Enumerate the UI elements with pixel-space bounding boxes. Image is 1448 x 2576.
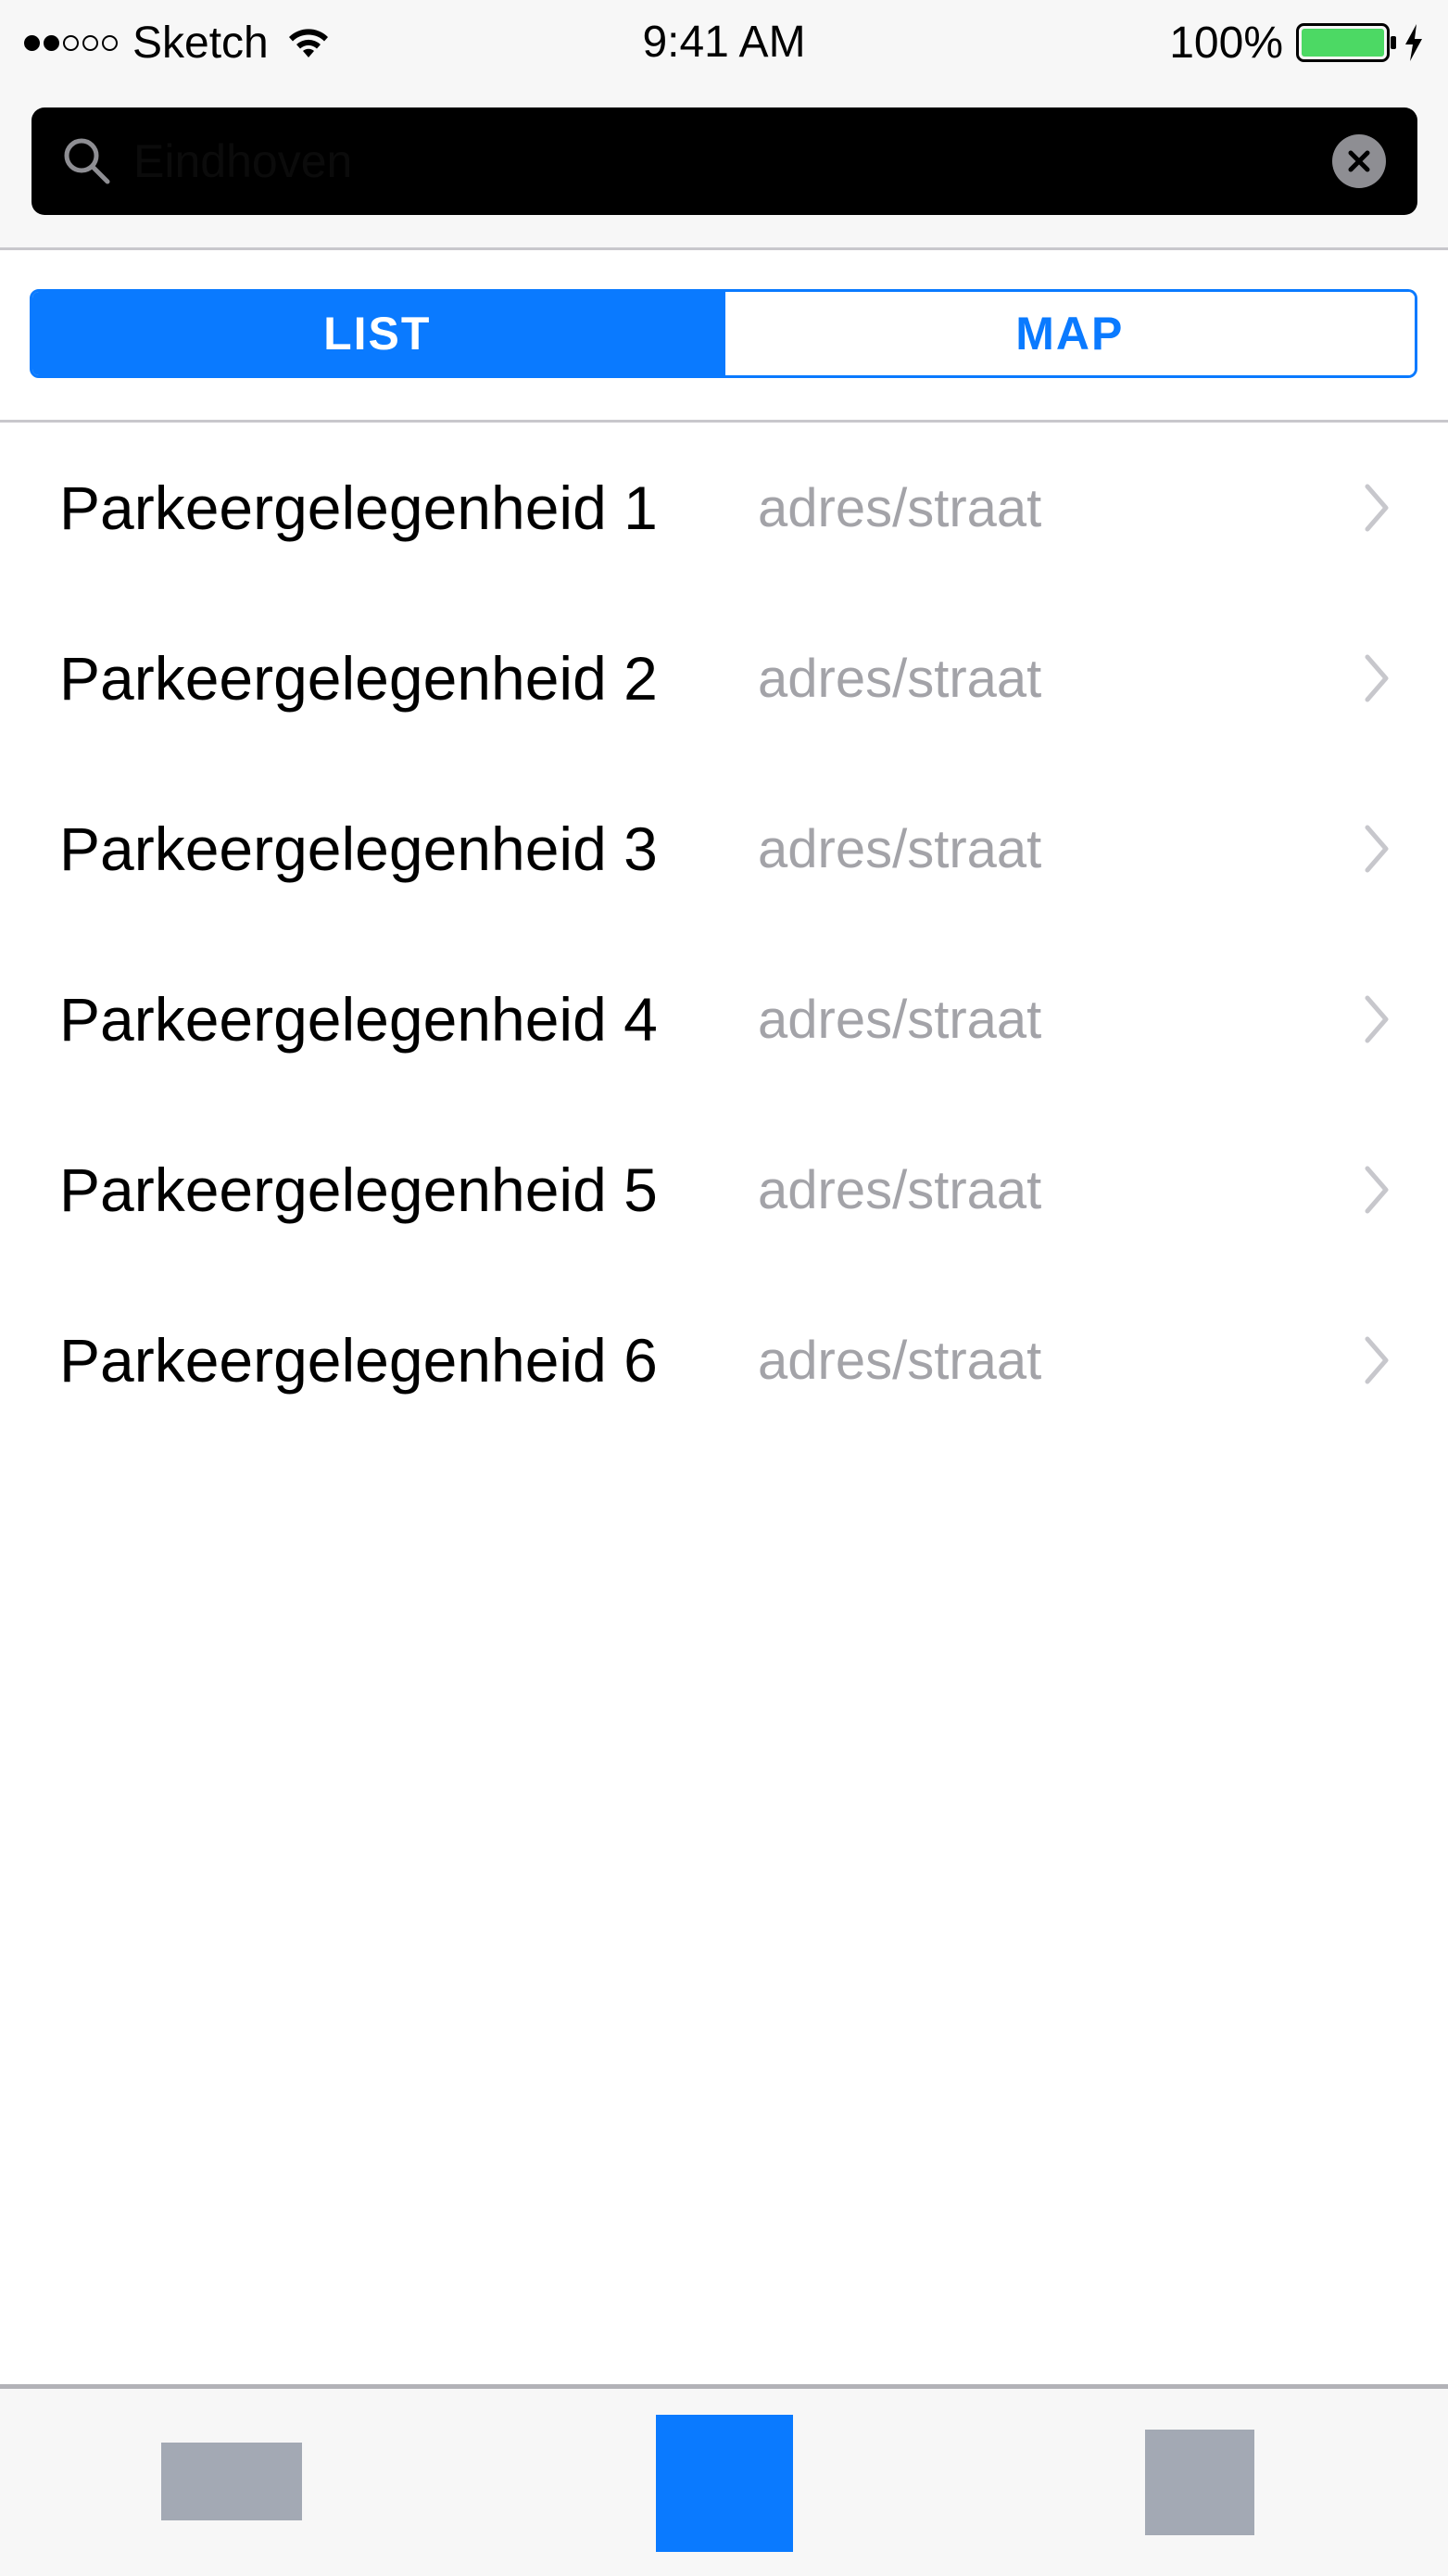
- tab-item-2-selected[interactable]: [656, 2415, 793, 2552]
- close-icon: [1348, 150, 1370, 172]
- search-area: [0, 89, 1448, 250]
- list-map-segmented-control: LIST MAP: [30, 289, 1417, 378]
- list-item-subtitle: adres/straat: [758, 1330, 1042, 1391]
- chevron-right-icon: [1365, 654, 1389, 702]
- list-item[interactable]: Parkeergelegenheid 1 adres/straat: [0, 423, 1448, 593]
- list-item-subtitle: adres/straat: [758, 989, 1042, 1050]
- list-item-subtitle: adres/straat: [758, 818, 1042, 879]
- search-bar[interactable]: [31, 107, 1417, 215]
- tab-bar: [0, 2384, 1448, 2576]
- list-item[interactable]: Parkeergelegenheid 2 adres/straat: [0, 593, 1448, 764]
- battery-icon: [1296, 23, 1396, 62]
- list-item-subtitle: adres/straat: [758, 477, 1042, 538]
- list-item-title: Parkeergelegenheid 5: [59, 1155, 658, 1224]
- chevron-right-icon: [1365, 484, 1389, 532]
- search-icon: [64, 138, 110, 184]
- list-item[interactable]: Parkeergelegenheid 4 adres/straat: [0, 934, 1448, 1105]
- segment-map[interactable]: MAP: [722, 292, 1415, 375]
- list-item[interactable]: Parkeergelegenheid 5 adres/straat: [0, 1105, 1448, 1275]
- list-item-subtitle: adres/straat: [758, 1159, 1042, 1220]
- list-item-title: Parkeergelegenheid 1: [59, 474, 658, 542]
- parking-list: Parkeergelegenheid 1 adres/straat Parkee…: [0, 423, 1448, 1446]
- list-item-title: Parkeergelegenheid 2: [59, 644, 658, 713]
- battery-percentage: 100%: [1169, 18, 1283, 68]
- list-item[interactable]: Parkeergelegenheid 6 adres/straat: [0, 1275, 1448, 1446]
- list-item-title: Parkeergelegenheid 6: [59, 1326, 658, 1395]
- list-item-title: Parkeergelegenheid 4: [59, 985, 658, 1054]
- list-item-subtitle: adres/straat: [758, 648, 1042, 709]
- search-input[interactable]: [115, 107, 1332, 215]
- tab-item-3[interactable]: [1145, 2430, 1254, 2535]
- clear-search-button[interactable]: [1332, 134, 1386, 188]
- tab-item-1[interactable]: [161, 2443, 302, 2520]
- status-bar: Sketch 9:41 AM 100%: [0, 0, 1448, 89]
- status-right: 100%: [1169, 13, 1424, 72]
- segment-list[interactable]: LIST: [32, 292, 723, 375]
- charging-bolt-icon: [1405, 24, 1422, 61]
- segment-area: LIST MAP: [0, 250, 1448, 423]
- chevron-right-icon: [1365, 1336, 1389, 1384]
- chevron-right-icon: [1365, 995, 1389, 1043]
- chevron-right-icon: [1365, 1166, 1389, 1214]
- list-item[interactable]: Parkeergelegenheid 3 adres/straat: [0, 764, 1448, 934]
- chevron-right-icon: [1365, 825, 1389, 873]
- list-item-title: Parkeergelegenheid 3: [59, 814, 658, 883]
